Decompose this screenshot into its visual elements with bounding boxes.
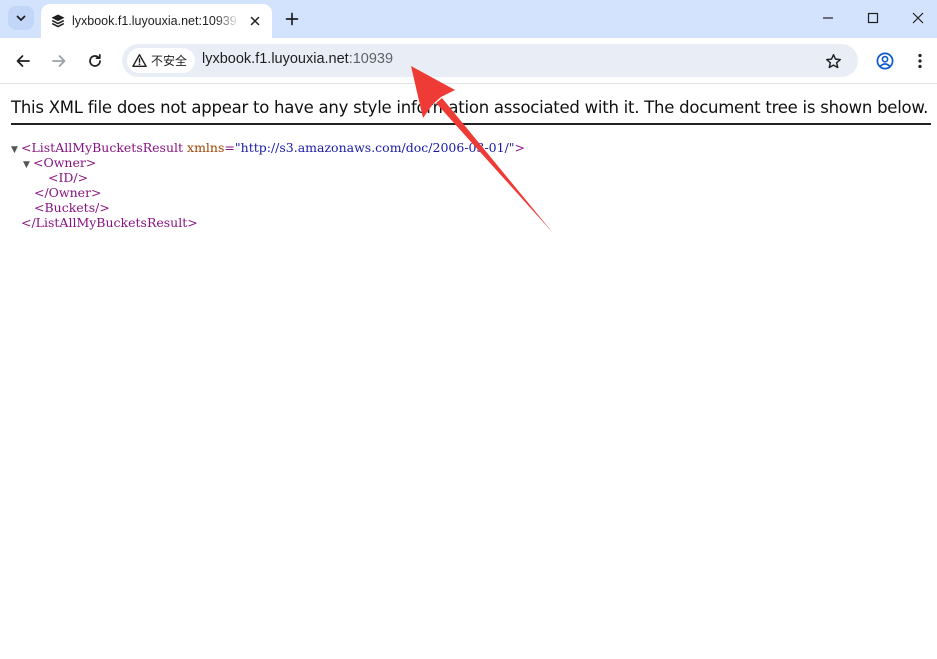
xml-tag: <ListAllMyBucketsResult — [21, 140, 184, 155]
close-icon — [912, 12, 924, 24]
arrow-right-icon — [52, 55, 66, 67]
tab-close-button[interactable] — [246, 12, 264, 30]
plus-icon — [285, 12, 299, 26]
new-tab-button[interactable] — [280, 7, 304, 31]
maximize-button[interactable] — [850, 0, 896, 36]
close-window-button[interactable] — [895, 0, 937, 36]
profile-icon — [876, 52, 894, 70]
xml-buckets-line: <Buckets/> — [11, 200, 525, 215]
chevron-down-icon — [16, 15, 26, 21]
xml-attr-value: "http://s3.amazonaws.com/doc/2006-03-01/… — [234, 140, 515, 155]
url-text[interactable]: lyxbook.f1.luyouxia.net:10939 — [202, 51, 393, 67]
tab-search-button[interactable] — [8, 6, 34, 30]
page-content: This XML file does not appear to have an… — [0, 85, 937, 659]
back-button[interactable] — [9, 47, 37, 75]
tab-title: lyxbook.f1.luyouxia.net:10939 — [72, 14, 237, 28]
minimize-button[interactable] — [805, 0, 851, 36]
not-secure-label: 不安全 — [151, 54, 188, 68]
security-chip[interactable]: 不安全 — [127, 48, 196, 73]
xml-root-open-line: ▼ <ListAllMyBucketsResult xmlns="http://s… — [11, 140, 525, 155]
xml-tree: ▼ <ListAllMyBucketsResult xmlns="http://s… — [11, 140, 525, 230]
xml-tag: </ListAllMyBucketsResult> — [21, 215, 198, 230]
xml-tag-end: > — [514, 140, 526, 155]
xml-tag: </Owner> — [34, 185, 102, 200]
xml-id-line: <ID/> — [11, 170, 525, 185]
browser-toolbar: 不安全 lyxbook.f1.luyouxia.net:10939 — [0, 38, 937, 84]
xml-owner-close-line: </Owner> — [11, 185, 525, 200]
arrow-left-icon — [16, 55, 30, 67]
xml-owner-open-line: ▼ <Owner> — [11, 155, 525, 170]
kebab-menu-icon — [918, 53, 922, 69]
xml-tag: <Buckets/> — [34, 200, 110, 215]
bookmark-button[interactable] — [822, 50, 844, 72]
collapse-toggle-icon[interactable]: ▼ — [11, 143, 21, 158]
forward-button[interactable] — [45, 47, 73, 75]
xml-tag: <ID/> — [48, 170, 89, 185]
browser-menu-button[interactable] — [906, 47, 934, 75]
collapse-toggle-icon[interactable]: ▼ — [23, 158, 33, 173]
warning-triangle-icon — [131, 53, 147, 69]
address-bar[interactable]: 不安全 lyxbook.f1.luyouxia.net:10939 — [122, 44, 858, 77]
xml-attr-name: xmlns — [187, 140, 225, 155]
profile-button[interactable] — [871, 47, 899, 75]
tab-strip: lyxbook.f1.luyouxia.net:10939 — [0, 0, 937, 38]
maximize-icon — [867, 12, 879, 24]
minimize-icon — [823, 17, 833, 19]
star-icon — [825, 53, 841, 68]
xml-root-close-line: </ListAllMyBucketsResult> — [11, 215, 525, 230]
active-tab[interactable]: lyxbook.f1.luyouxia.net:10939 — [41, 4, 272, 38]
url-host: lyxbook.f1.luyouxia.net — [202, 51, 349, 67]
xml-style-info-banner: This XML file does not appear to have an… — [11, 98, 931, 125]
reload-icon — [89, 53, 101, 67]
xml-tag: <Owner> — [33, 155, 97, 170]
close-icon — [250, 16, 260, 26]
url-port: :10939 — [348, 51, 394, 67]
reload-button[interactable] — [81, 47, 109, 75]
layers-icon — [50, 13, 66, 29]
